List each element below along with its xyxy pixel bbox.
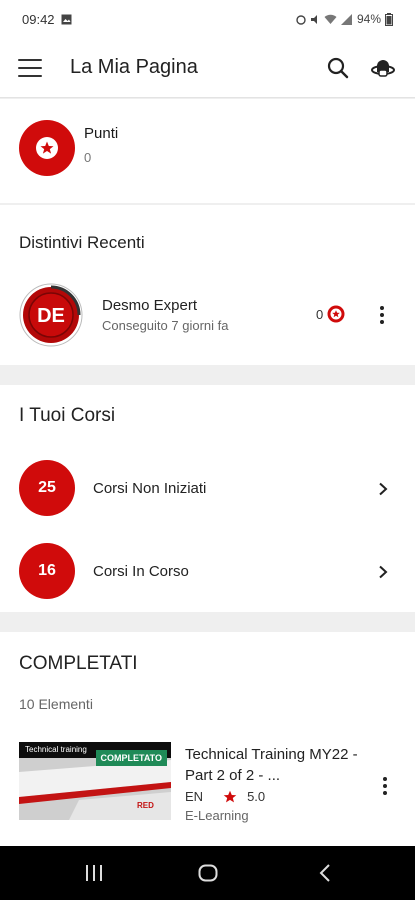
item-count: 10 Elementi [19, 696, 93, 712]
course-row-label: Corsi Non Iniziati [93, 480, 207, 497]
completed-section: COMPLETATI 10 Elementi RED Technical tra… [0, 632, 415, 846]
course-rating: 5.0 [247, 789, 266, 804]
badge-initials: DE [37, 305, 65, 327]
course-language: EN [185, 789, 204, 804]
course-title[interactable]: Technical Training MY22 - Part 2 of 2 - … [185, 744, 360, 786]
more-options-icon[interactable] [375, 774, 395, 798]
chevron-right-icon [379, 565, 388, 579]
count-badge: 25 [19, 460, 75, 516]
course-thumbnail[interactable]: RED Technical training COMPLETATO [19, 742, 171, 820]
chevron-right-icon [379, 482, 388, 496]
mute-icon [310, 14, 317, 24]
badge-date: Conseguito 7 giorni fa [102, 318, 229, 333]
points-value: 0 [84, 150, 92, 165]
rating-star-icon [223, 790, 237, 802]
avatar-icon[interactable] [371, 56, 395, 80]
course-row-not-started[interactable]: 25 Corsi Non Iniziati [0, 453, 415, 523]
badge-avatar[interactable]: DE [19, 283, 83, 347]
menu-icon[interactable] [18, 58, 42, 77]
badge-points: 0 [316, 305, 345, 323]
section-title: I Tuoi Corsi [19, 405, 116, 426]
wifi-icon [324, 14, 337, 24]
course-meta: EN 5.0 [185, 789, 265, 804]
home-icon[interactable] [197, 862, 219, 884]
star-icon [327, 305, 345, 323]
gallery-icon [61, 14, 72, 24]
signal-icon [340, 13, 352, 25]
more-options-icon[interactable] [372, 303, 392, 327]
system-nav-bar [0, 846, 415, 900]
battery-level: 94% [356, 12, 381, 26]
section-title: COMPLETATI [19, 653, 138, 674]
points-label: Punti [84, 125, 119, 142]
back-icon[interactable] [315, 862, 337, 884]
badge-name: Desmo Expert [102, 297, 198, 314]
app-bar: La Mia Pagina [0, 38, 415, 98]
status-badge: COMPLETATO [95, 750, 167, 766]
page-title: La Mia Pagina [70, 56, 198, 78]
recent-apps-icon[interactable] [83, 862, 105, 884]
section-title: Distintivi Recenti [19, 233, 145, 252]
points-card: Punti 0 [0, 99, 415, 203]
course-row-in-progress[interactable]: 16 Corsi In Corso [0, 536, 415, 606]
star-icon [36, 137, 58, 159]
recent-badges-section: Distintivi Recenti DE Desmo Expert Conse… [0, 205, 415, 365]
your-courses-section: I Tuoi Corsi 25 Corsi Non Iniziati 16 Co… [0, 385, 415, 612]
battery-icon [385, 12, 393, 26]
points-badge [19, 120, 75, 176]
status-time: 09:42 [22, 11, 55, 27]
course-type: E-Learning [185, 808, 249, 823]
search-icon[interactable] [327, 57, 349, 79]
svg-text:RED: RED [137, 801, 154, 810]
count-badge: 16 [19, 543, 75, 599]
status-bar: 09:42 94% [0, 0, 415, 38]
badge-points-value: 0 [316, 306, 324, 322]
alarm-icon [296, 14, 306, 25]
course-row-label: Corsi In Corso [93, 563, 189, 580]
